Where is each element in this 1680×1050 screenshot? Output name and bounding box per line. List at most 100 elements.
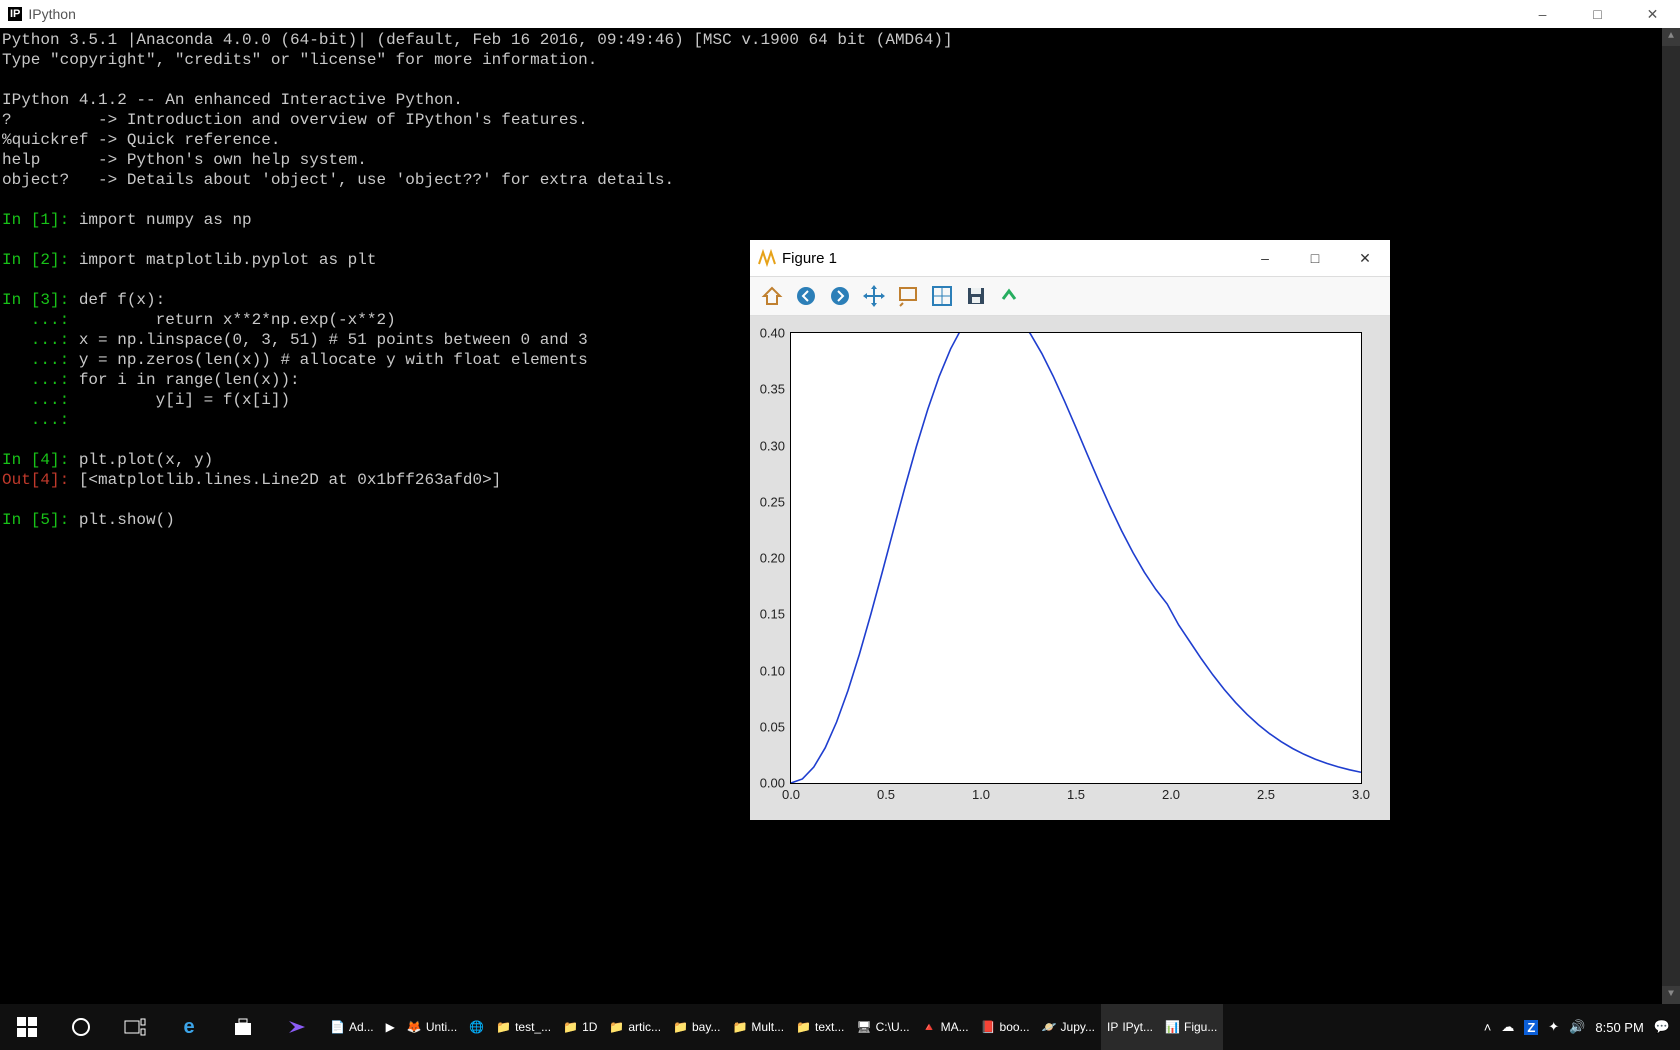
y-tick: 0.15 [741,607,791,622]
x-tick: 1.0 [972,783,990,802]
y-tick: 0.05 [741,719,791,734]
scroll-up-button[interactable]: ▲ [1662,28,1680,46]
taskbar-app-icon: 🔺 [922,1020,937,1034]
taskbar-app-icon: 📁 [496,1020,511,1034]
figure-canvas[interactable]: 0.000.050.100.150.200.250.300.350.400.00… [750,316,1390,820]
taskbar-app[interactable]: 📁 1D [557,1004,603,1050]
matplotlib-icon [758,249,776,267]
taskbar-app-icon: 📁 [563,1020,578,1034]
y-tick: 0.40 [741,326,791,341]
ipython-title: IPython [28,6,75,22]
taskbar-app-icon: ▶ [386,1020,395,1034]
taskbar-app-icon: 📁 [673,1020,688,1034]
scroll-down-button[interactable]: ▼ [1662,986,1680,1004]
windows-taskbar[interactable]: e 📄Ad...▶🦊Unti...🌐📁test_...📁1D📁artic...📁… [0,1004,1680,1050]
zoom-icon[interactable] [894,282,922,310]
x-tick: 2.0 [1162,783,1180,802]
taskbar-app-label: boo... [1000,1020,1030,1034]
x-tick: 0.5 [877,783,895,802]
subplots-icon[interactable] [928,282,956,310]
taskbar-app[interactable]: 📊 Figu... [1159,1004,1223,1050]
task-view-icon[interactable] [108,1004,162,1050]
maximize-button[interactable]: □ [1570,0,1625,28]
tray-chevron-icon[interactable]: ˄ [1484,1020,1492,1035]
figure-close-button[interactable]: ✕ [1340,240,1390,276]
taskbar-app[interactable]: 📕 boo... [975,1004,1036,1050]
scrollbar[interactable]: ▲ ▼ [1662,28,1680,1004]
edge-icon[interactable]: e [162,1004,216,1050]
dropbox-icon[interactable]: ✦ [1548,1019,1559,1035]
save-icon[interactable] [962,282,990,310]
taskbar-app-icon: 📁 [609,1020,624,1034]
taskbar-app-label: Figu... [1184,1020,1217,1034]
y-tick: 0.20 [741,551,791,566]
store-icon[interactable] [216,1004,270,1050]
close-button[interactable]: ✕ [1625,0,1680,28]
taskbar-app-icon: 📁 [732,1020,747,1034]
taskbar-app-label: Mult... [751,1020,784,1034]
onedrive-icon[interactable]: ☁ [1501,1019,1514,1035]
x-tick: 2.5 [1257,783,1275,802]
taskbar-app-icon: IP [1107,1020,1118,1034]
taskbar-app-icon: 🦊 [407,1020,422,1034]
taskbar-app-icon: 📊 [1165,1020,1180,1034]
figure-minimize-button[interactable]: – [1240,240,1290,276]
taskbar-app[interactable]: 📁 artic... [603,1004,667,1050]
x-tick: 3.0 [1352,783,1370,802]
back-icon[interactable] [792,282,820,310]
taskbar-app-label: text... [815,1020,844,1034]
ipython-app-icon: IP [8,7,22,21]
taskbar-app[interactable]: 🌐 [463,1004,490,1050]
taskbar-app-label: Jupy... [1061,1020,1095,1034]
taskbar-app[interactable]: 🔺 MA... [916,1004,975,1050]
notifications-icon[interactable]: 💬 [1654,1019,1670,1035]
taskbar-app-icon: 🌐 [469,1020,484,1034]
taskbar-app[interactable]: 📁 text... [790,1004,850,1050]
edit-icon[interactable] [996,282,1024,310]
taskbar-app-label: 1D [582,1020,597,1034]
pan-icon[interactable] [860,282,888,310]
figure-titlebar[interactable]: Figure 1 – □ ✕ [750,240,1390,276]
y-tick: 0.10 [741,663,791,678]
y-tick: 0.25 [741,494,791,509]
taskbar-app-icon: 🖥 [856,1020,871,1034]
figure-maximize-button[interactable]: □ [1290,240,1340,276]
cortana-icon[interactable] [54,1004,108,1050]
taskbar-app-label: test_... [515,1020,551,1034]
taskbar-app[interactable]: 🪐 Jupy... [1036,1004,1101,1050]
taskbar-app-label: C:\U... [876,1020,910,1034]
minimize-button[interactable]: – [1515,0,1570,28]
taskbar-app-label: Unti... [426,1020,457,1034]
system-tray[interactable]: ˄ ☁ Z ✦ 🔊 8:50 PM 💬 [1484,1019,1680,1035]
taskbar-app[interactable]: 🦊 Unti... [401,1004,463,1050]
forward-icon[interactable] [826,282,854,310]
home-icon[interactable] [758,282,786,310]
figure-window[interactable]: Figure 1 – □ ✕ 0.000.050.100.150.200.250… [750,240,1390,820]
x-tick: 1.5 [1067,783,1085,802]
clock[interactable]: 8:50 PM [1595,1020,1643,1035]
taskbar-app[interactable]: 📄Ad... [324,1004,380,1050]
vscode-icon[interactable] [270,1004,324,1050]
line-series [791,333,1361,783]
y-tick: 0.35 [741,382,791,397]
start-button[interactable] [0,1004,54,1050]
taskbar-app[interactable]: 🖥 C:\U... [850,1004,915,1050]
taskbar-app[interactable]: IPIPyt... [1101,1004,1159,1050]
plot-axes: 0.000.050.100.150.200.250.300.350.400.00… [790,332,1362,784]
figure-toolbar [750,276,1390,316]
volume-icon[interactable]: 🔊 [1569,1019,1585,1035]
tray-app-icon[interactable]: Z [1524,1020,1538,1035]
y-tick: 0.30 [741,438,791,453]
taskbar-app-label: artic... [628,1020,661,1034]
taskbar-app-icon: 🪐 [1042,1020,1057,1034]
ipython-titlebar: IP IPython – □ ✕ [0,0,1680,28]
taskbar-app[interactable]: 📁 Mult... [726,1004,790,1050]
taskbar-app-icon: 📕 [981,1020,996,1034]
taskbar-app[interactable]: 📁 test_... [490,1004,557,1050]
taskbar-app[interactable]: 📁bay... [667,1004,726,1050]
taskbar-app-label: MA... [941,1020,969,1034]
taskbar-app-icon: 📄 [330,1020,345,1034]
taskbar-app-icon: 📁 [796,1020,811,1034]
x-tick: 0.0 [782,783,800,802]
taskbar-app[interactable]: ▶ [380,1004,401,1050]
